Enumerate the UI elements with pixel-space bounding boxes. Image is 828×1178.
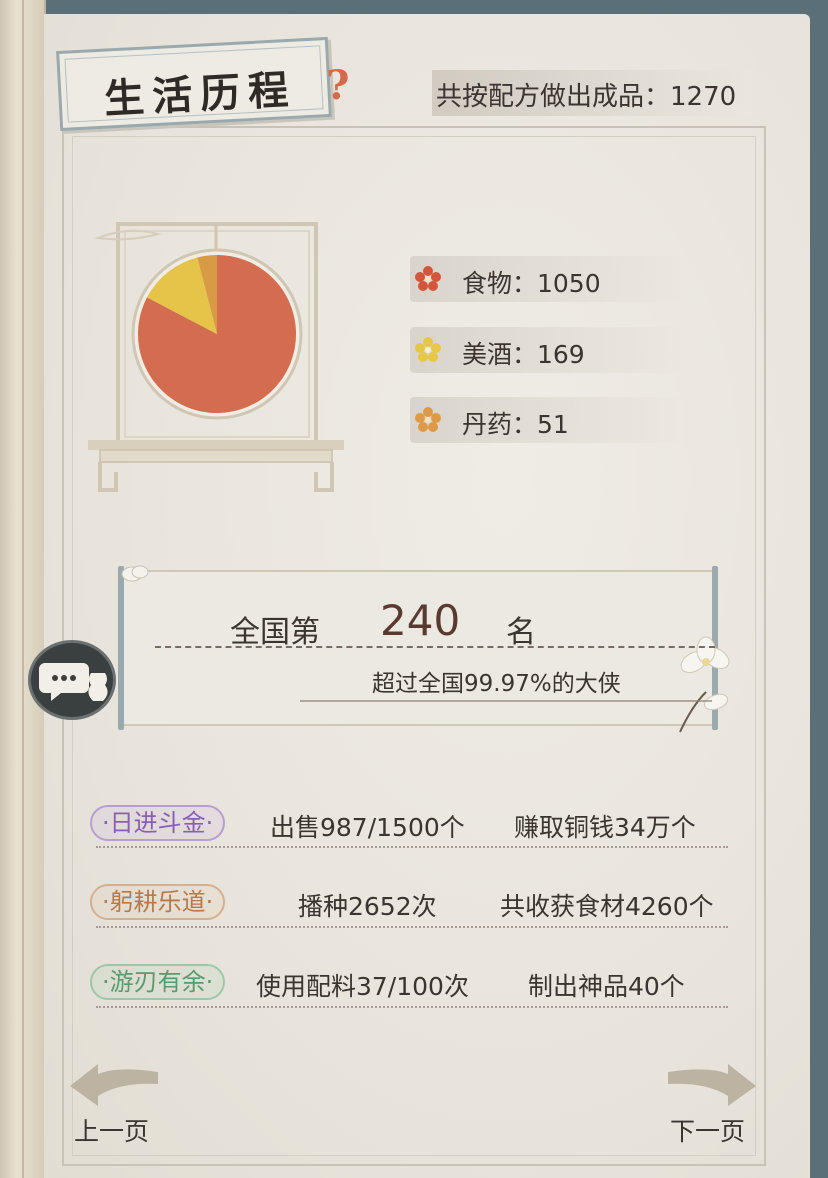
next-page-button[interactable]: 下一页	[670, 1112, 745, 1148]
activity-stat: 出售987/1500个	[270, 813, 465, 842]
rank-percentile: 超过全国99.97%的大侠	[372, 671, 621, 697]
activity-stat: 制出神品40个	[528, 972, 685, 1001]
legend-label: 食物：1050	[462, 269, 601, 298]
flower-icon	[415, 407, 441, 432]
chat-share-button[interactable]	[28, 640, 116, 720]
total-crafted-count: 共按配方做出成品：1270	[436, 82, 737, 112]
legend-label: 丹药：51	[462, 410, 569, 439]
rank-number: 240	[380, 596, 461, 645]
rank-prefix: 全国第	[230, 615, 320, 650]
legend-label: 美酒：169	[462, 340, 585, 369]
activity-stat: 赚取铜钱34万个	[514, 813, 696, 842]
next-arrow-icon[interactable]	[666, 1062, 758, 1108]
prev-arrow-icon[interactable]	[68, 1062, 160, 1108]
magnolia-decoration-icon	[679, 636, 730, 733]
book-spine	[0, 0, 46, 1178]
question-mark-icon[interactable]: ?	[326, 62, 349, 109]
flower-icon	[415, 337, 441, 362]
activity-stat: 播种2652次	[298, 892, 437, 921]
prev-page-button[interactable]: 上一页	[74, 1112, 149, 1148]
flower-icon	[415, 266, 441, 291]
activity-tag-cooking: ·游刃有余·	[90, 964, 226, 1000]
flower-decoration-icon	[121, 565, 149, 582]
legend-item-wine: 美酒：169	[410, 327, 680, 373]
activity-tag-trade: ·日进斗金·	[90, 805, 226, 841]
pie-chart	[138, 255, 296, 413]
pie-chart-stand	[88, 222, 344, 492]
chat-bubble-icon	[39, 663, 108, 701]
activity-stat: 共收获食材4260个	[500, 892, 714, 921]
legend-item-food: 食物：1050	[410, 256, 680, 302]
rank-scroll	[120, 570, 718, 726]
activity-tag-farming: ·躬耕乐道·	[90, 884, 226, 920]
page-title: 生活历程	[103, 66, 298, 123]
rank-suffix: 名	[506, 615, 536, 650]
legend-item-elixir: 丹药：51	[410, 397, 680, 443]
activity-stat: 使用配料37/100次	[256, 972, 469, 1001]
